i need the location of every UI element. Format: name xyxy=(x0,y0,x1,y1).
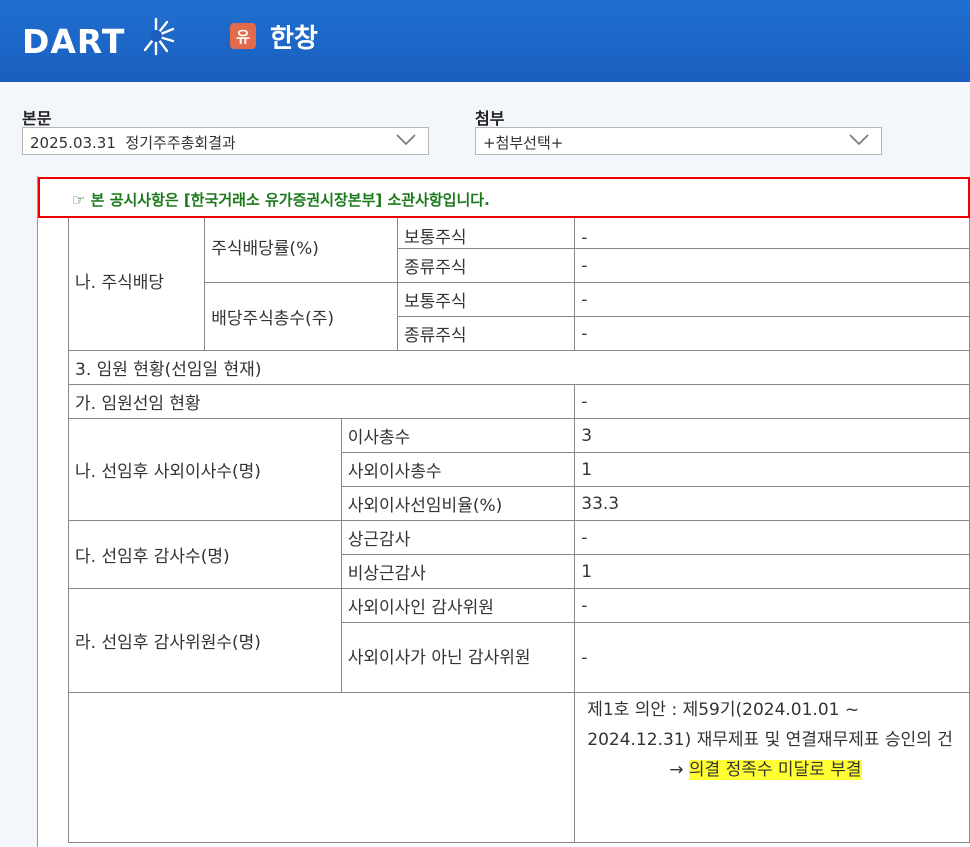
attach-select-value: +첨부선택+ xyxy=(483,134,564,152)
outside-ratio-label: 사외이사선임비율(%) xyxy=(340,486,576,521)
agenda-cell: 제1호 의안 : 제59기(2024.01.01 ~ 2024.12.31) 재… xyxy=(574,692,970,843)
dividend-value-2: - xyxy=(574,248,970,283)
outside-total-value: 1 xyxy=(574,452,970,487)
fulltime-auditor-label: 상근감사 xyxy=(340,520,576,555)
outside-ratio-value: 33.3 xyxy=(574,486,970,521)
parttime-auditor-label: 비상근감사 xyxy=(340,554,576,589)
fulltime-auditor-value: - xyxy=(574,520,970,555)
dividend-preferred-2: 종류주식 xyxy=(396,316,576,351)
agenda-empty-cell xyxy=(67,692,576,843)
parttime-auditor-value: 1 xyxy=(574,554,970,589)
market-badge: 유 xyxy=(230,23,256,49)
dividend-value-4: - xyxy=(574,316,970,351)
dividend-total-label: 배당주식총수(주) xyxy=(204,282,398,351)
committee-non-outside-value: - xyxy=(574,622,970,693)
dividend-preferred-1: 종류주식 xyxy=(396,248,576,283)
dart-logo[interactable]: DART xyxy=(22,22,125,61)
total-directors-label: 이사총수 xyxy=(340,418,576,453)
officers-elect-value: - xyxy=(574,384,970,419)
total-directors-value: 3 xyxy=(574,418,970,453)
agenda-result-line: → 의결 정족수 미달로 부결 xyxy=(581,755,963,785)
chevron-down-icon xyxy=(396,134,416,146)
body-select-value: 2025.03.31 정기주주총회결과 xyxy=(30,134,236,152)
auditors-label: 다. 선임후 감사수(명) xyxy=(68,520,342,589)
app-header: DART 유 한창 xyxy=(0,0,970,82)
logo-burst-icon xyxy=(143,17,175,56)
outside-directors-label: 나. 선임후 사외이사수(명) xyxy=(68,418,342,521)
jurisdiction-notice: ☞ 본 공시사항은 [한국거래소 유가증권시장본부] 소관사항입니다. xyxy=(38,177,970,218)
results-table: 나. 주식배당 주식배당률(%) 보통주식 - 종류주식 - 배당주식총수(주)… xyxy=(67,209,970,843)
chevron-down-icon xyxy=(849,134,869,146)
committee-non-outside-label: 사외이사가 아닌 감사위원 xyxy=(340,622,576,693)
dividend-common: 보통주식 xyxy=(396,282,576,317)
dividend-section-label: 나. 주식배당 xyxy=(67,209,206,351)
dividend-rate-label: 주식배당률(%) xyxy=(204,209,398,283)
agenda-result: 의결 정족수 미달로 부결 xyxy=(688,760,862,780)
outside-total-label: 사외이사총수 xyxy=(340,452,576,487)
attach-select-label: 첨부 xyxy=(475,109,505,128)
dividend-value-3: - xyxy=(574,282,970,317)
committee-outside-label: 사외이사인 감사위원 xyxy=(340,588,576,623)
audit-committee-label: 라. 선임후 감사위원수(명) xyxy=(68,588,342,693)
officers-section-title: 3. 임원 현황(선임일 현재) xyxy=(68,350,970,385)
officers-elect-label: 가. 임원선임 현황 xyxy=(67,384,576,419)
attach-select[interactable]: +첨부선택+ xyxy=(475,127,882,155)
body-select-label: 본문 xyxy=(22,109,52,128)
body-select[interactable]: 2025.03.31 정기주주총회결과 xyxy=(22,127,429,155)
agenda-text: 제1호 의안 : 제59기(2024.01.01 ~ 2024.12.31) 재… xyxy=(587,700,953,750)
company-name: 한창 xyxy=(270,24,318,54)
result-arrow: → xyxy=(669,760,684,780)
committee-outside-value: - xyxy=(574,588,970,623)
